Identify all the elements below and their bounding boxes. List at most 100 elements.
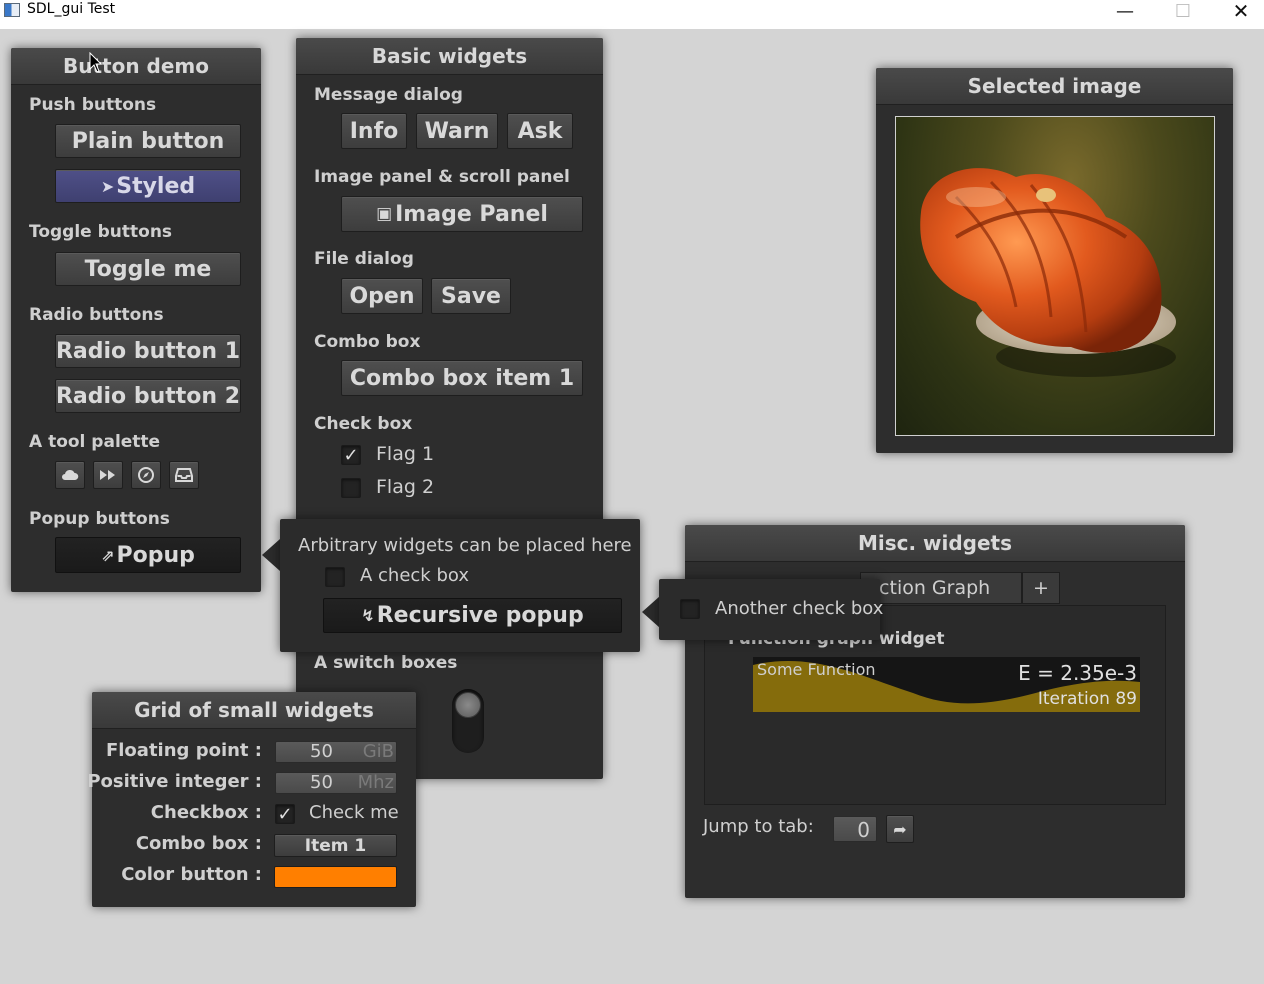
flag1-checkbox[interactable]: ✓ <box>341 445 361 466</box>
image-panel-button[interactable]: ▣ Image Panel <box>341 196 583 232</box>
checkbox-label: Checkbox : <box>150 802 262 823</box>
popup2-arrow <box>642 596 660 628</box>
flag2-label: Flag 2 <box>376 476 435 498</box>
recursive-popup-button[interactable]: ↯ Recursive popup <box>323 598 622 633</box>
graph-footer: Iteration 89 <box>1037 689 1137 709</box>
switch-box[interactable] <box>452 689 484 753</box>
grid-combo-box[interactable]: Item 1 <box>274 834 397 857</box>
function-graph: Some Function E = 2.35e-3 Iteration 89 <box>753 657 1140 712</box>
ask-button[interactable]: Ask <box>507 113 573 149</box>
sushi-picture <box>920 168 1176 377</box>
selected-image-title[interactable]: Selected image <box>876 68 1233 105</box>
switch-knob[interactable] <box>455 692 481 718</box>
check-box-label: Check box <box>314 414 413 434</box>
styled-button[interactable]: ➤ Styled <box>55 169 241 203</box>
positive-integer-value: 50 <box>310 772 333 793</box>
window-title-bar[interactable]: SDL_gui Test — ☐ ✕ <box>0 0 1264 29</box>
app-icon <box>4 3 20 17</box>
add-tab-button[interactable]: + <box>1022 572 1060 604</box>
graph-header: E = 2.35e-3 <box>1018 661 1137 685</box>
palette-cloud-button[interactable] <box>55 461 85 489</box>
popup-checkbox-label: A check box <box>360 565 469 586</box>
floating-point-label: Floating point : <box>105 740 262 761</box>
floating-point-value: 50 <box>310 741 333 762</box>
combo-box-label: Combo box <box>314 332 421 352</box>
radio-buttons-label: Radio buttons <box>29 305 164 325</box>
basic-widgets-window[interactable]: Basic widgets Message dialog Info Warn A… <box>296 38 603 779</box>
popup-arrow <box>262 539 280 571</box>
another-checkbox[interactable] <box>680 599 700 619</box>
grid-combo-label: Combo box : <box>135 833 262 854</box>
grid-labels: Floating point : Positive integer : Chec… <box>87 692 262 907</box>
file-dialog-label: File dialog <box>314 249 414 269</box>
popup-text: Arbitrary widgets can be placed here <box>298 535 632 556</box>
recursive-popup-label: Recursive popup <box>376 603 584 628</box>
grid-checkbox[interactable]: ✓ <box>275 804 295 825</box>
selected-image-window[interactable]: Selected image <box>876 68 1233 453</box>
maximize-button[interactable]: ☐ <box>1154 0 1212 22</box>
forward-arrow-icon: ➦ <box>893 819 907 839</box>
toggle-buttons-label: Toggle buttons <box>29 222 173 242</box>
tool-palette-label: A tool palette <box>29 432 161 452</box>
minimize-button[interactable]: — <box>1096 0 1154 22</box>
floating-point-field[interactable]: 50 GiB <box>275 741 397 763</box>
save-button[interactable]: Save <box>431 278 511 314</box>
flag1-label: Flag 1 <box>376 443 435 465</box>
palette-compass-button[interactable] <box>131 461 161 489</box>
image-panel-label: Image panel & scroll panel <box>314 167 570 187</box>
toggle-button[interactable]: Toggle me <box>55 252 241 286</box>
popup-button[interactable]: ⇗ Popup <box>55 537 241 573</box>
button-demo-window[interactable]: Button demo Push buttons Plain button ➤ S… <box>11 48 261 592</box>
open-button[interactable]: Open <box>341 278 423 314</box>
tab-function-graph[interactable]: nction Graph <box>860 572 1022 604</box>
warn-button[interactable]: Warn <box>416 113 498 149</box>
plain-button[interactable]: Plain button <box>55 124 241 158</box>
inbox-icon <box>175 468 193 482</box>
folder-icon: ▣ <box>376 204 393 224</box>
another-checkbox-label: Another check box <box>715 598 884 619</box>
combo-box[interactable]: Combo box item 1 <box>341 360 583 396</box>
sushi-image <box>895 116 1215 436</box>
info-button[interactable]: Info <box>341 113 407 149</box>
message-dialog-label: Message dialog <box>314 85 463 105</box>
switch-boxes-label: A switch boxes <box>314 653 458 673</box>
grid-window[interactable]: Grid of small widgets Floating point : P… <box>87 692 416 907</box>
color-button-label: Color button : <box>121 864 262 885</box>
mouse-cursor <box>89 52 103 73</box>
button-demo-title[interactable]: Button demo <box>11 48 261 85</box>
positive-integer-label: Positive integer : <box>87 771 262 792</box>
styled-button-label: Styled <box>116 173 196 199</box>
graph-caption: Some Function <box>757 660 876 679</box>
jump-to-tab-field[interactable]: 0 <box>833 816 877 842</box>
basic-widgets-title[interactable]: Basic widgets <box>296 38 603 75</box>
tab-function-graph-label: nction Graph <box>867 577 991 599</box>
grid-checkbox-text: Check me <box>309 802 399 823</box>
close-window-button[interactable]: ✕ <box>1212 0 1264 23</box>
cloud-icon <box>62 469 79 480</box>
positive-integer-unit: Mhz <box>357 772 394 793</box>
popup-button-label: Popup <box>116 542 195 568</box>
palette-forward-button[interactable] <box>93 461 123 489</box>
external-link-icon: ⇗ <box>101 545 115 565</box>
radio-button-1[interactable]: Radio button 1 <box>55 334 241 368</box>
popup-panel[interactable]: Arbitrary widgets can be placed here A c… <box>280 519 640 652</box>
jump-to-tab-value: 0 <box>857 818 870 842</box>
compass-icon <box>138 467 154 483</box>
image-panel-button-label: Image Panel <box>395 201 548 227</box>
popup2-panel[interactable]: Another check box <box>659 579 884 640</box>
fast-forward-icon <box>100 470 115 480</box>
flag2-checkbox[interactable] <box>341 478 361 498</box>
positive-integer-field[interactable]: 50 Mhz <box>275 772 397 794</box>
radio-button-2[interactable]: Radio button 2 <box>55 379 241 413</box>
jump-button[interactable]: ➦ <box>886 815 914 843</box>
popup-checkbox[interactable] <box>325 567 345 587</box>
flash-icon: ↯ <box>361 606 375 625</box>
jump-to-tab-label: Jump to tab: <box>703 816 814 837</box>
palette-inbox-button[interactable] <box>169 461 199 489</box>
window-title: SDL_gui Test <box>27 1 116 17</box>
color-button[interactable] <box>274 866 397 888</box>
floating-point-unit: GiB <box>362 741 394 762</box>
misc-widgets-title[interactable]: Misc. widgets <box>685 525 1185 562</box>
rocket-icon: ➤ <box>100 176 115 196</box>
push-buttons-label: Push buttons <box>29 95 157 115</box>
